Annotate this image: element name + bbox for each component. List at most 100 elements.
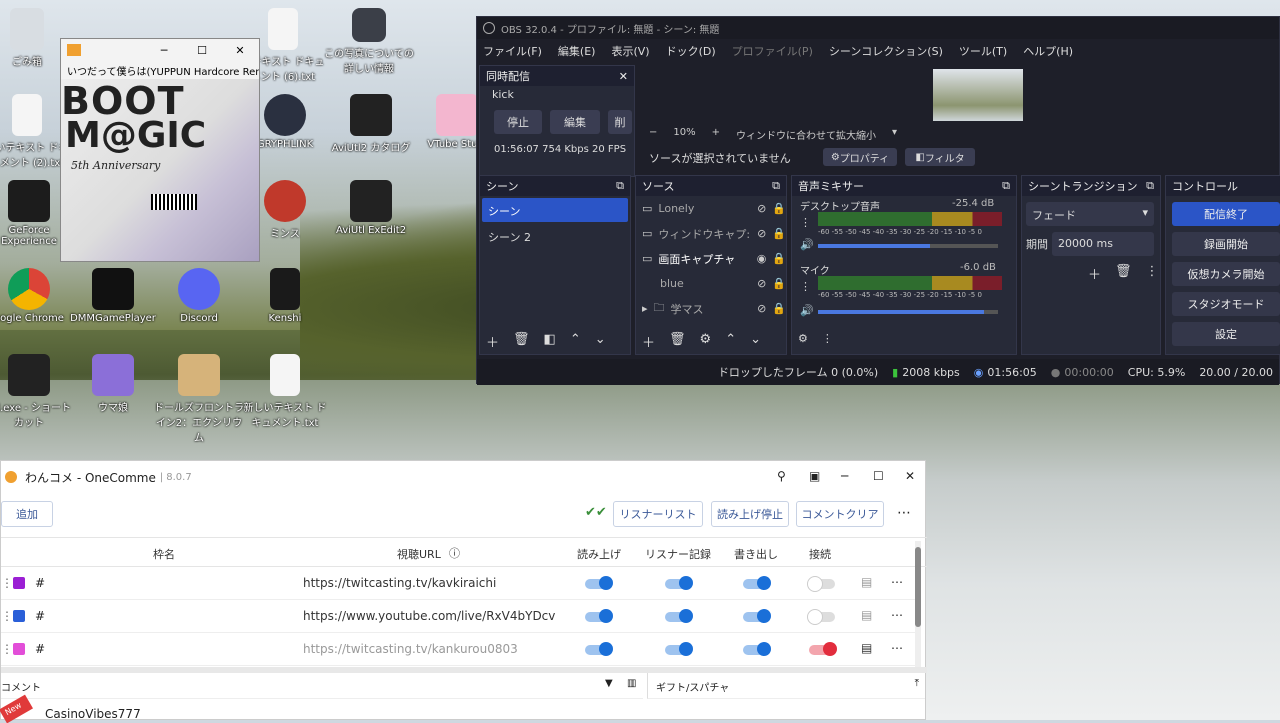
menu-edit[interactable]: 編集(E) — [558, 43, 596, 59]
row-url[interactable]: https://www.youtube.com/live/RxV4bYDcv — [303, 609, 559, 623]
menu-file[interactable]: ファイル(F) — [483, 43, 542, 59]
source-item[interactable]: blue ⊘ 🔒 — [636, 271, 786, 296]
menu-help[interactable]: ヘルプ(H) — [1023, 43, 1073, 59]
source-item[interactable]: ▭ 画面キャプチャ ◉ 🔒 — [636, 246, 786, 271]
lock-icon[interactable]: 🔒 — [772, 227, 786, 240]
multistream-stop-button[interactable]: 停止 — [494, 110, 542, 134]
desktop-icon-new-text[interactable]: 新しいテキスト ドキュメント.txt — [240, 354, 330, 429]
pin-icon[interactable]: ⚲ — [777, 469, 786, 483]
menu-profile[interactable]: プロファイル(P) — [732, 43, 813, 59]
more-icon[interactable]: ⋯ — [897, 505, 911, 521]
add-icon[interactable]: ＋ — [486, 332, 499, 351]
source-group[interactable]: ▸ 🗀 学マス ⊘ 🔒 — [636, 296, 786, 321]
comment-clear-button[interactable]: コメントクリア — [796, 501, 884, 527]
eye-hidden-icon[interactable]: ⊘ — [757, 277, 766, 290]
kebab-menu-icon[interactable]: ⋮ — [822, 332, 833, 345]
lock-icon[interactable]: 🔒 — [772, 302, 786, 315]
picture-in-picture-icon[interactable]: ▣ — [809, 469, 820, 483]
connect-toggle[interactable] — [807, 576, 835, 592]
desktop-icon-umamusume[interactable]: ウマ娘 — [68, 354, 158, 414]
table-row[interactable]: ⋮ # https://twitcasting.tv/kavkiraichi ▤… — [1, 567, 917, 600]
desktop-icon-aviutl-exedit2[interactable]: AviUtl ExEdit2 — [326, 180, 416, 236]
desktop-icon-aviutl-shortcut[interactable]: utl.exe - ショートカット — [0, 354, 74, 429]
tts-toggle[interactable] — [585, 576, 613, 590]
more-icon[interactable]: ⋯ — [891, 575, 903, 589]
zoom-fit-label[interactable]: ウィンドウに合わせて拡大縮小 — [736, 127, 876, 142]
kebab-menu-icon[interactable]: ⋮ — [1146, 264, 1159, 283]
comment-icon[interactable]: ▤ — [861, 575, 872, 589]
more-icon[interactable]: ⋯ — [891, 608, 903, 622]
multistream-edit-button[interactable]: 編集 — [550, 110, 600, 134]
chevron-down-icon[interactable]: ⌄ — [595, 332, 606, 351]
minimize-button[interactable]: ─ — [145, 44, 183, 57]
gear-icon[interactable]: ⚙ — [700, 332, 712, 351]
undock-icon[interactable]: ⧉ — [1002, 179, 1010, 193]
virtual-camera-button[interactable]: 仮想カメラ開始 — [1172, 262, 1280, 286]
properties-button[interactable]: ⚙ プロパティ — [823, 148, 897, 166]
export-toggle[interactable] — [743, 609, 771, 623]
filter-icon[interactable]: ▼ — [605, 678, 613, 689]
desktop-icon-discord[interactable]: Discord — [154, 268, 244, 324]
source-item[interactable]: ▭ ウィンドウキャプ: ⊘ 🔒 — [636, 221, 786, 246]
desktop-icon-photo-info[interactable]: この写真についての詳しい情報 — [324, 8, 414, 75]
eye-hidden-icon[interactable]: ⊘ — [757, 202, 766, 215]
connect-toggle[interactable] — [809, 642, 837, 656]
color-swatch[interactable] — [13, 577, 25, 589]
filter-icon[interactable]: ◧ — [544, 332, 556, 351]
kebab-menu-icon[interactable]: ⋮ — [800, 280, 811, 293]
more-icon[interactable]: ⋯ — [891, 641, 903, 655]
music-player-window[interactable]: ─ ☐ ✕ いつだって僕らは(YUPPUN Hardcore Remix) BO… — [60, 38, 260, 262]
undock-icon[interactable]: ⧉ — [616, 179, 624, 193]
undock-icon[interactable]: ⧉ — [772, 179, 780, 193]
duration-input[interactable]: 20000 ms — [1052, 232, 1154, 256]
link-icon[interactable]: ⚙ — [798, 332, 808, 345]
trash-icon[interactable]: 🗑 — [669, 332, 686, 351]
row-url[interactable]: https://twitcasting.tv/kankurou0803 — [303, 642, 518, 656]
stop-streaming-button[interactable]: 配信終了 — [1172, 202, 1280, 226]
add-icon[interactable]: ＋ — [1088, 264, 1101, 283]
table-scrollbar[interactable] — [915, 541, 921, 667]
studio-mode-button[interactable]: スタジオモード — [1172, 292, 1280, 316]
columns-icon[interactable]: ▥ — [627, 678, 636, 689]
chevron-up-icon[interactable]: ⌃ — [725, 332, 736, 351]
desktop-icon-dolls[interactable]: ドールズフロントライン2：エクシリウム — [154, 354, 244, 444]
desktop-icon-chrome[interactable]: oogle Chrome — [0, 268, 74, 324]
menu-view[interactable]: 表示(V) — [611, 43, 649, 59]
transition-select[interactable]: フェード ▾ — [1026, 202, 1154, 226]
add-button[interactable]: 追加 — [1, 501, 53, 527]
check-double-icon[interactable]: ✔✔ — [585, 505, 607, 520]
speaker-icon[interactable]: 🔊 — [800, 304, 814, 317]
start-recording-button[interactable]: 録画開始 — [1172, 232, 1280, 256]
close-button[interactable]: ✕ — [905, 469, 915, 483]
comment-icon[interactable]: ▤ — [861, 641, 872, 655]
listener-toggle[interactable] — [665, 576, 693, 590]
tts-toggle[interactable] — [585, 609, 613, 623]
table-row[interactable]: ⋮ # https://twitcasting.tv/kankurou0803 … — [1, 633, 917, 666]
menu-dock[interactable]: ドック(D) — [666, 43, 716, 59]
tts-stop-button[interactable]: 読み上げ停止 — [711, 501, 789, 527]
trash-icon[interactable]: 🗑 — [1115, 264, 1132, 283]
export-toggle[interactable] — [743, 642, 771, 656]
desktop-icon-kenshi[interactable]: Kenshi — [240, 268, 330, 324]
connect-toggle[interactable] — [807, 609, 835, 625]
color-swatch[interactable] — [13, 610, 25, 622]
eye-hidden-icon[interactable]: ⊘ — [757, 302, 766, 315]
desktop-icon-dmm[interactable]: DMMGamePlayer — [68, 268, 158, 324]
row-name[interactable]: # — [35, 609, 45, 623]
help-icon[interactable]: ⓘ — [449, 545, 460, 561]
add-icon[interactable]: ＋ — [642, 332, 655, 351]
menu-tools[interactable]: ツール(T) — [959, 43, 1007, 59]
color-swatch[interactable] — [13, 643, 25, 655]
source-item[interactable]: ▭ Lonely ⊘ 🔒 — [636, 196, 786, 221]
row-name[interactable]: # — [35, 642, 45, 656]
scene-item[interactable]: シーン — [482, 198, 628, 222]
row-name[interactable]: # — [35, 576, 45, 590]
desktop-icon-aviutl2-catalog[interactable]: AviUtl2 カタログ — [326, 94, 416, 154]
collapse-icon[interactable]: ⤒ — [915, 678, 919, 689]
multistream-delete-button[interactable]: 削 — [608, 110, 632, 134]
maximize-button[interactable]: ☐ — [183, 44, 221, 57]
export-toggle[interactable] — [743, 576, 771, 590]
minimize-button[interactable]: ─ — [841, 469, 848, 483]
chevron-up-icon[interactable]: ⌃ — [570, 332, 581, 351]
close-button[interactable]: ✕ — [221, 44, 259, 57]
